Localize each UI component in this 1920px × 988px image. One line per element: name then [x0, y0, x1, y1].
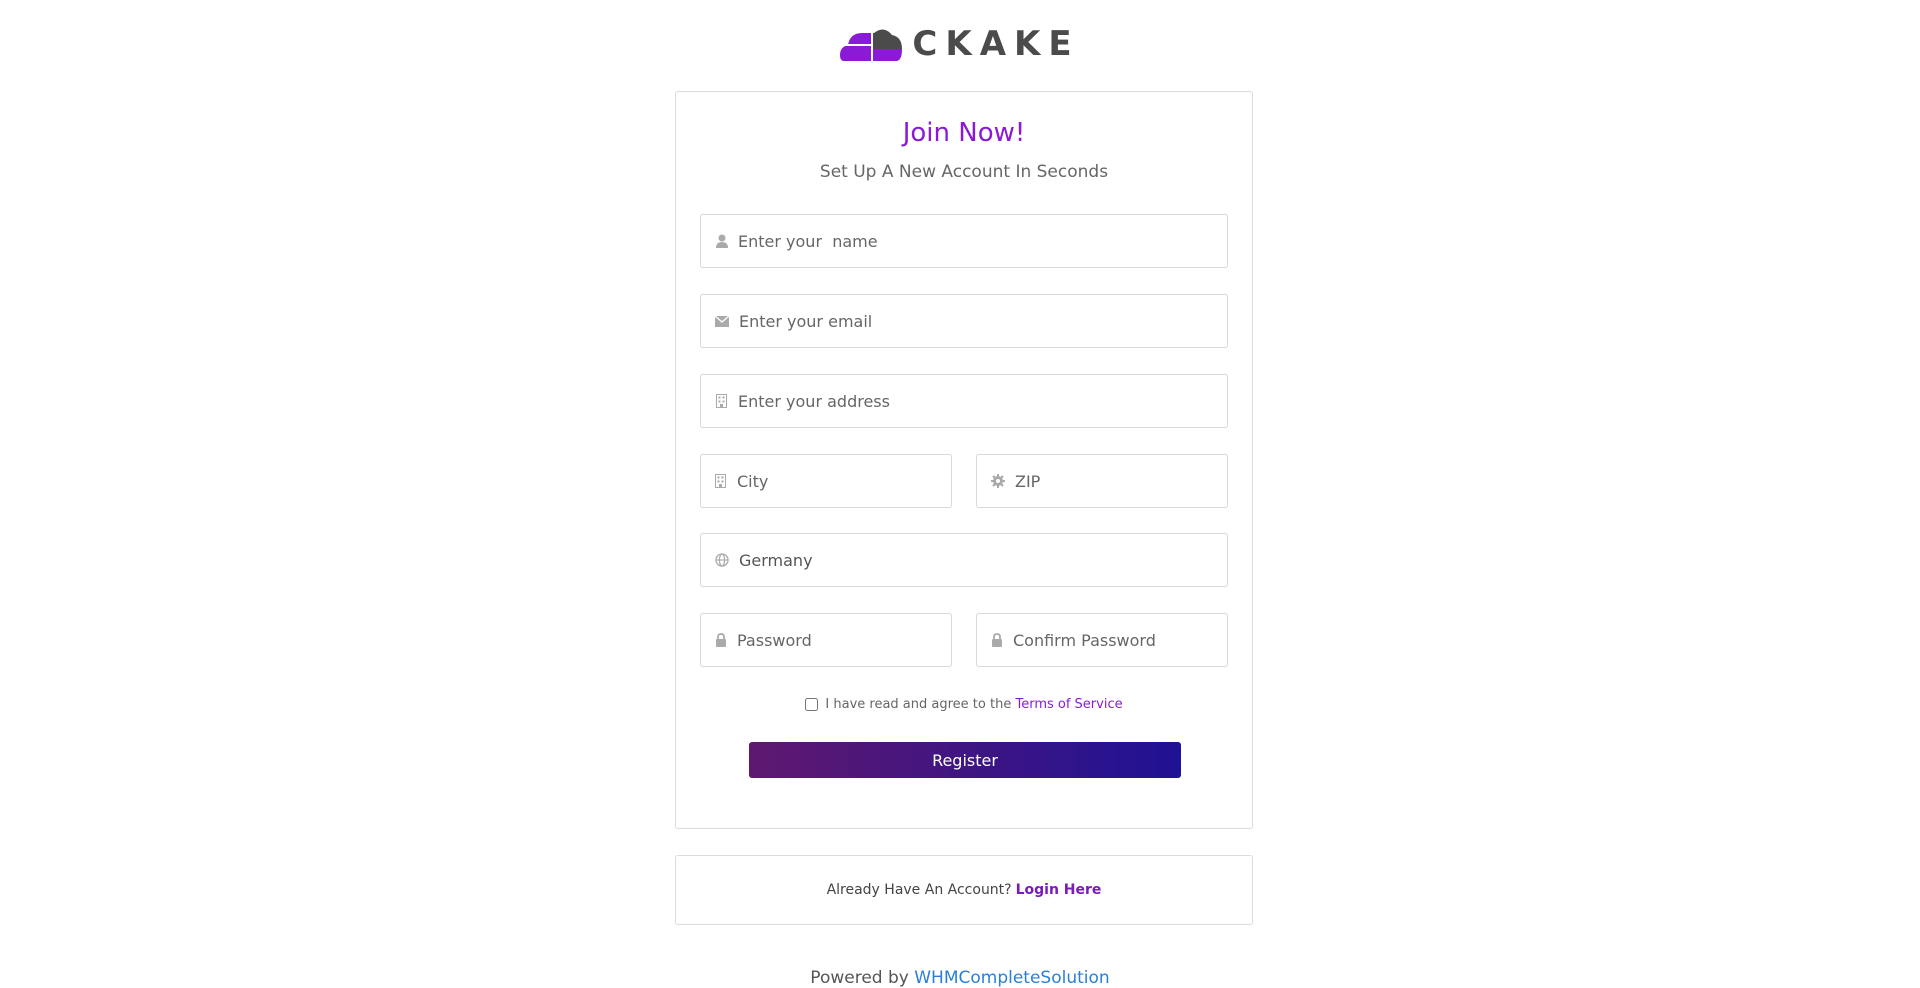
terms-row: I have read and agree to the Terms of Se…	[676, 697, 1252, 712]
cloud-logo-icon	[840, 29, 903, 61]
user-icon	[715, 234, 728, 248]
envelope-icon	[715, 314, 729, 328]
lock-icon	[991, 633, 1003, 647]
confirm-password-input[interactable]	[1013, 630, 1227, 650]
login-prompt: Already Have An Account?	[826, 882, 1012, 898]
address-input[interactable]	[738, 391, 1227, 411]
gear-icon	[991, 474, 1005, 488]
form-title: Join Now!	[902, 118, 1026, 148]
country-select[interactable]: Germany	[700, 533, 1228, 587]
address-field[interactable]	[700, 374, 1228, 428]
powered-text: Powered by	[810, 968, 909, 988]
password-input[interactable]	[737, 630, 951, 650]
logo[interactable]: CKAKE	[0, 24, 1920, 64]
confirm-password-field[interactable]	[976, 613, 1228, 667]
register-card: Join Now! Set Up A New Account In Second…	[675, 91, 1253, 829]
city-input[interactable]	[736, 471, 951, 491]
zip-input[interactable]	[1015, 471, 1227, 491]
lock-icon	[715, 633, 727, 647]
terms-text: I have read and agree to the Terms of Se…	[825, 697, 1123, 712]
login-card: Already Have An Account? Login Here	[675, 855, 1253, 925]
email-field[interactable]	[700, 294, 1228, 348]
building-icon	[715, 474, 727, 488]
register-page: CKAKE Join Now! Set Up A New Account In …	[0, 0, 1920, 988]
register-button[interactable]: Register	[749, 742, 1181, 778]
terms-checkbox[interactable]	[805, 698, 819, 711]
form-subtitle: Set Up A New Account In Seconds	[819, 162, 1109, 182]
login-link[interactable]: Login Here	[1016, 882, 1102, 898]
city-field[interactable]	[700, 454, 952, 508]
building-icon	[715, 394, 728, 408]
country-value: Germany	[739, 550, 813, 570]
zip-field[interactable]	[976, 454, 1228, 508]
logo-text: CKAKE	[912, 24, 1080, 64]
name-input[interactable]	[738, 231, 1227, 251]
name-field[interactable]	[700, 214, 1228, 268]
powered-link[interactable]: WHMCompleteSolution	[914, 968, 1109, 988]
email-input[interactable]	[739, 311, 1227, 331]
terms-of-service-link[interactable]: Terms of Service	[1015, 697, 1122, 712]
password-field[interactable]	[700, 613, 952, 667]
globe-icon	[715, 553, 729, 567]
powered-by: Powered by WHMCompleteSolution	[0, 968, 1920, 988]
